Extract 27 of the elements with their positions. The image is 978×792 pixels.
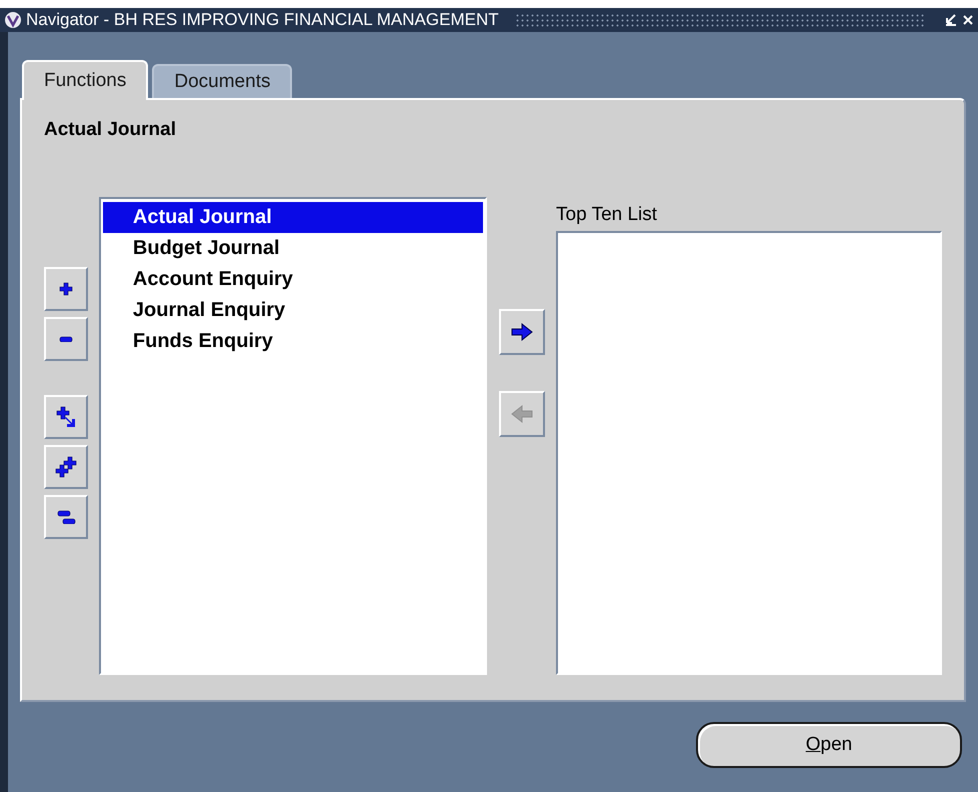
tab[interactable]: Documents	[152, 64, 292, 98]
double-minus-icon	[56, 510, 76, 524]
minus-icon	[59, 336, 73, 342]
tree-button[interactable]	[44, 394, 88, 438]
section-heading: Actual Journal	[44, 118, 177, 142]
left-arrow-icon	[510, 404, 533, 424]
tree-button[interactable]	[44, 444, 88, 488]
function-item[interactable]: Account Enquiry	[102, 264, 484, 294]
close-icon[interactable]	[962, 13, 974, 27]
top-ten-label: Top Ten List	[556, 202, 658, 226]
double-plus-icon	[55, 456, 77, 478]
tree-button[interactable]	[44, 494, 88, 538]
tree-button[interactable]	[44, 316, 88, 360]
function-item[interactable]: Budget Journal	[102, 232, 484, 264]
function-item[interactable]: Journal Enquiry	[102, 294, 484, 326]
tree-button[interactable]	[44, 266, 88, 310]
minimize-icon[interactable]	[944, 13, 958, 27]
app-logo-icon	[4, 11, 22, 29]
add-button[interactable]	[498, 308, 545, 354]
plus-arrow-icon	[56, 406, 76, 428]
tab[interactable]: Functions	[22, 60, 148, 100]
function-item[interactable]: Funds Enquiry	[102, 326, 484, 356]
right-arrow-icon	[510, 322, 533, 342]
window-title: Navigator - BH RES IMPROVING FINANCIAL MANAGEMENT	[26, 9, 499, 32]
plus-icon	[59, 282, 73, 296]
open-button[interactable]: Open	[696, 722, 962, 768]
function-item[interactable]: Actual Journal	[102, 202, 484, 232]
